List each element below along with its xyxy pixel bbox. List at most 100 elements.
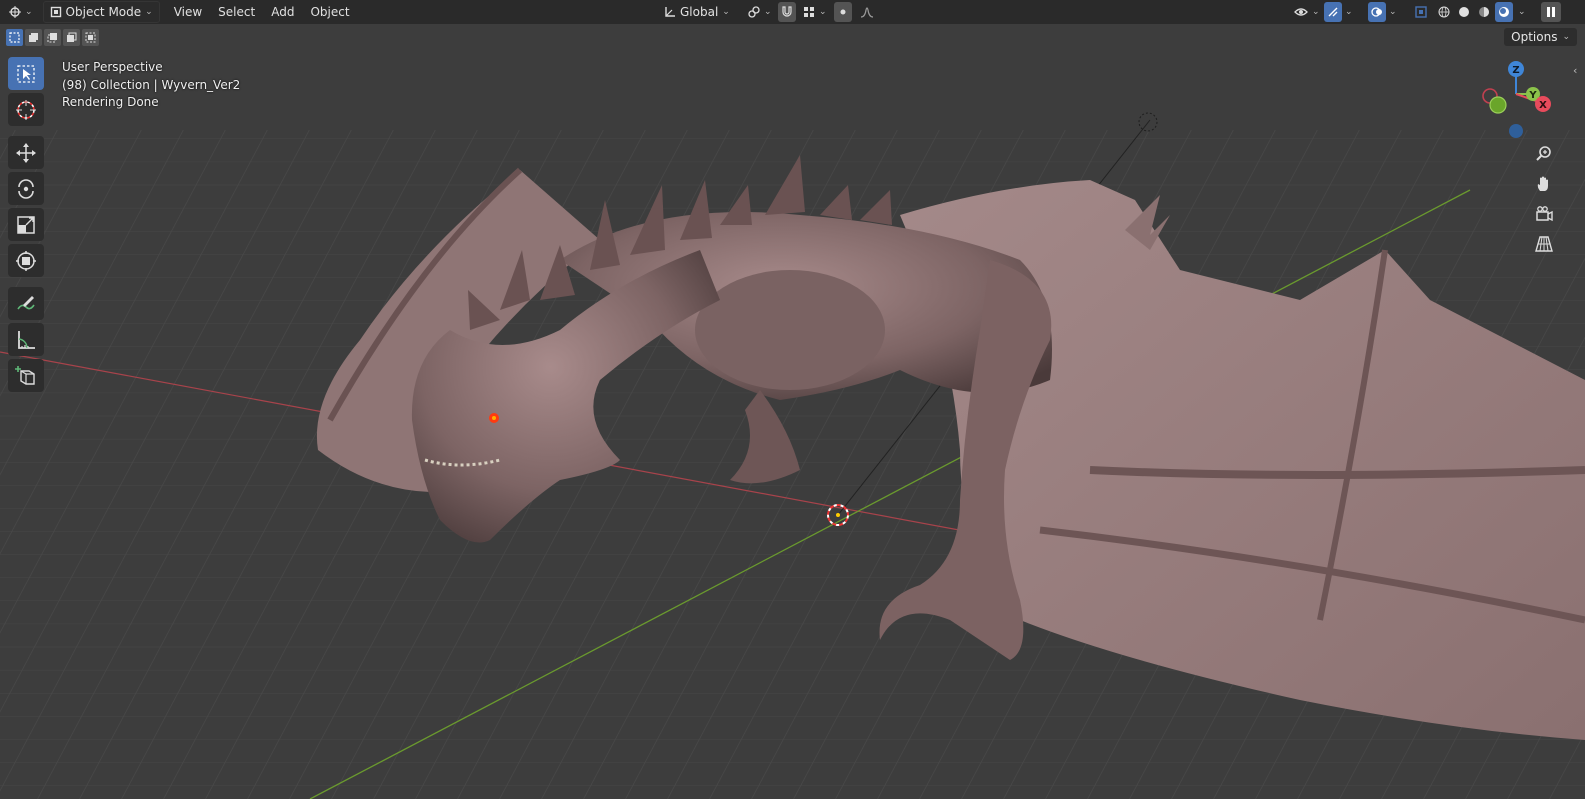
select-subtract-button[interactable]	[44, 28, 61, 46]
object-mode-icon	[50, 6, 61, 18]
tool-annotate[interactable]	[8, 287, 44, 320]
neg-z-handle[interactable]	[1509, 124, 1523, 138]
annotate-pencil-icon	[17, 295, 35, 309]
rotate-icon	[18, 178, 34, 199]
perspective-grid-icon	[1535, 236, 1553, 252]
proportional-editing-toggle[interactable]	[834, 2, 852, 22]
select-invert-icon	[67, 32, 77, 42]
tool-rotate[interactable]	[8, 172, 44, 205]
gizmo-toggle[interactable]	[1324, 2, 1342, 22]
pivot-point-dropdown[interactable]: ⌄	[742, 2, 778, 22]
hand-icon	[1537, 176, 1548, 191]
shading-rendered-button[interactable]	[1495, 2, 1513, 22]
xray-toggle[interactable]	[1412, 2, 1430, 22]
tool-move[interactable]	[8, 136, 44, 169]
options-dropdown[interactable]: Options ⌄	[1504, 28, 1577, 46]
select-invert-button[interactable]	[63, 28, 80, 46]
zoom-magnifier-icon	[1536, 146, 1551, 161]
wireframe-sphere-icon	[1438, 6, 1450, 18]
select-new-button[interactable]	[6, 28, 23, 46]
tool-select-box[interactable]	[8, 57, 44, 90]
solid-sphere-icon	[1459, 7, 1469, 17]
editor-type-button[interactable]: ⌄	[3, 2, 39, 22]
collection-info: (98) Collection | Wyvern_Ver2	[62, 77, 241, 92]
sidebar-toggle-arrow[interactable]: ‹	[1573, 64, 1583, 78]
transform-orientation-dropdown[interactable]: Global ⌄	[658, 2, 736, 22]
chevron-down-icon: ⌄	[764, 7, 772, 17]
viewport-editor-icon	[9, 6, 21, 18]
options-label: Options	[1511, 30, 1558, 44]
chevron-down-icon: ⌄	[819, 7, 827, 17]
shading-dropdown[interactable]: ⌄	[1515, 2, 1529, 22]
snap-grid-icon	[804, 7, 814, 17]
pivot-icon	[748, 6, 760, 18]
y-label: Y	[1528, 90, 1537, 101]
neg-y-handle[interactable]	[1489, 96, 1507, 114]
menu-add[interactable]: Add	[263, 2, 302, 22]
eye-icon	[1294, 8, 1308, 16]
x-label: X	[1539, 100, 1547, 111]
shading-solid-button[interactable]	[1456, 2, 1472, 22]
mode-dropdown[interactable]: Object Mode ⌄	[42, 1, 160, 23]
projection-toggle-button[interactable]	[1532, 232, 1556, 256]
xray-icon	[1415, 6, 1427, 18]
3d-viewport[interactable]	[0, 0, 1585, 799]
viewport-scene	[0, 112, 1585, 799]
select-box-icon	[17, 64, 35, 83]
render-status: Rendering Done	[62, 95, 159, 109]
rendered-sphere-icon	[1499, 7, 1509, 17]
chevron-down-icon: ⌄	[1312, 7, 1320, 17]
move-icon	[16, 142, 36, 163]
select-intersect-icon	[85, 32, 96, 42]
cursor-icon	[16, 99, 36, 120]
selection-mode-bar	[0, 26, 99, 48]
z-label: Z	[1512, 65, 1519, 76]
select-extend-button[interactable]	[25, 28, 42, 46]
chevron-down-icon: ⌄	[722, 7, 730, 17]
pause-render-button[interactable]	[1541, 2, 1561, 22]
add-cube-icon	[15, 365, 35, 385]
orientation-icon	[665, 7, 675, 17]
visibility-dropdown[interactable]: ⌄	[1288, 2, 1326, 22]
menu-select[interactable]: Select	[210, 2, 263, 22]
viewport-header: ⌄ Object Mode ⌄ View Select Add Object G…	[0, 0, 1585, 24]
shading-material-button[interactable]	[1476, 2, 1492, 22]
falloff-curve-icon	[861, 7, 873, 18]
camera-view-button[interactable]	[1532, 202, 1556, 226]
tool-cursor[interactable]	[8, 93, 44, 126]
chevron-down-icon: ⌄	[1518, 7, 1526, 17]
chevron-down-icon: ⌄	[145, 7, 153, 17]
select-extend-icon	[29, 32, 38, 42]
select-set-icon	[9, 31, 20, 43]
snap-toggle[interactable]	[778, 2, 796, 22]
orientation-label: Global	[680, 5, 719, 19]
overlays-icon	[1371, 7, 1382, 17]
transform-icon	[16, 250, 36, 271]
tool-shelf	[6, 57, 46, 392]
view-name: User Perspective	[62, 60, 163, 74]
select-subtract-icon	[47, 32, 57, 42]
pause-icon	[1547, 7, 1555, 17]
overlays-toggle[interactable]	[1368, 2, 1386, 22]
tool-add-cube[interactable]	[8, 359, 44, 392]
navigation-gizmo[interactable]: Z Y X	[1478, 58, 1558, 143]
select-intersect-button[interactable]	[82, 28, 99, 46]
gizmo-dropdown[interactable]: ⌄	[1342, 2, 1356, 22]
shading-wireframe-button[interactable]	[1436, 2, 1452, 22]
camera-icon	[1536, 206, 1553, 222]
proportional-falloff-dropdown[interactable]	[855, 2, 879, 22]
measure-ruler-icon	[18, 330, 35, 349]
tool-measure[interactable]	[8, 323, 44, 356]
viewport-info: User Perspective (98) Collection | Wyver…	[62, 59, 240, 112]
mode-label: Object Mode	[65, 5, 142, 19]
magnet-icon	[782, 6, 792, 17]
tool-scale[interactable]	[8, 208, 44, 241]
chevron-down-icon: ⌄	[1345, 7, 1353, 17]
menu-object[interactable]: Object	[302, 2, 357, 22]
tool-transform[interactable]	[8, 244, 44, 277]
pan-button[interactable]	[1532, 172, 1556, 196]
menu-view[interactable]: View	[166, 2, 210, 22]
snap-target-dropdown[interactable]: ⌄	[797, 2, 833, 22]
overlays-dropdown[interactable]: ⌄	[1386, 2, 1400, 22]
zoom-button[interactable]	[1532, 142, 1556, 166]
